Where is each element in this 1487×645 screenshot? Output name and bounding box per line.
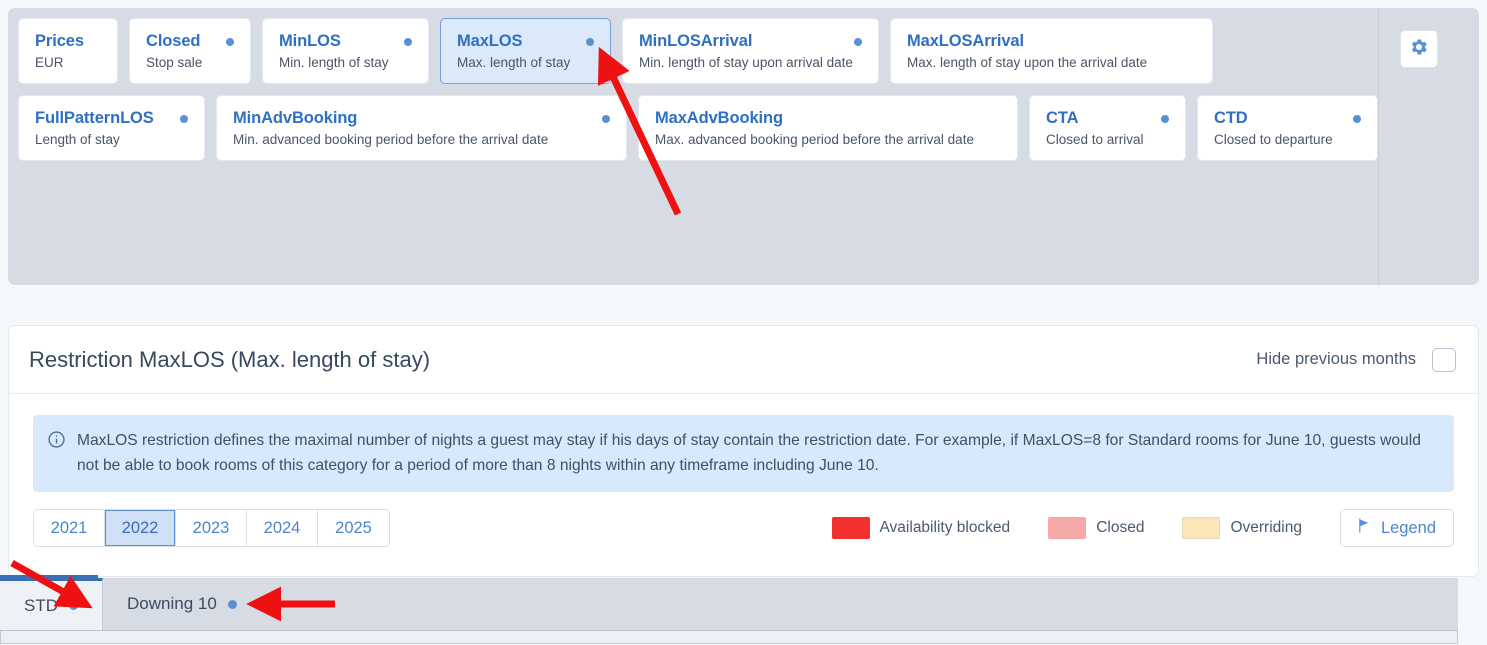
card-subtitle: Closed to arrival: [1046, 132, 1144, 147]
room-tab-std[interactable]: STD: [0, 578, 103, 630]
settings-button[interactable]: [1400, 30, 1438, 68]
card-header: Closed: [146, 32, 234, 51]
status-dot: [180, 114, 188, 123]
legend-label: Closed: [1096, 519, 1145, 536]
restriction-type-card-minlosarrival[interactable]: MinLOSArrival Min. length of stay upon ar…: [622, 18, 879, 84]
room-tab-downing-10[interactable]: Downing 10: [103, 578, 261, 630]
legend-swatch: [1182, 517, 1221, 539]
card-header: MaxLOSArrival: [907, 32, 1196, 51]
year-tab-2023[interactable]: 2023: [176, 510, 247, 546]
card-subtitle: Stop sale: [146, 55, 203, 70]
card-subtitle: Length of stay: [35, 132, 120, 147]
card-title: Closed: [146, 32, 201, 50]
legend-button-label: Legend: [1380, 518, 1436, 537]
legend-item-overriding: Overriding: [1182, 517, 1302, 539]
hide-previous-months-label: Hide previous months: [1256, 350, 1416, 368]
card-title: MaxLOS: [457, 32, 523, 50]
legend-item-closed: Closed: [1048, 517, 1144, 539]
card-title: MinAdvBooking: [233, 109, 358, 127]
status-dot: [586, 37, 594, 46]
restriction-type-card-maxadvbooking[interactable]: MaxAdvBooking Max. advanced booking perio…: [638, 95, 1018, 161]
status-dot: [1161, 114, 1169, 123]
legend-items: Availability blocked Closed Overriding: [831, 517, 1340, 539]
restriction-type-card-ctd[interactable]: CTD Closed to departure: [1197, 95, 1378, 161]
panel-divider: [1378, 8, 1379, 285]
legend-label: Availability blocked: [879, 519, 1011, 536]
hide-previous-months-control[interactable]: Hide previous months: [1256, 347, 1456, 372]
restriction-type-card-minlos[interactable]: MinLOS Min. length of stay: [262, 18, 429, 84]
year-tab-2025[interactable]: 2025: [318, 510, 389, 546]
legend-item-availability-blocked: Availability blocked: [831, 517, 1011, 539]
card-title: MinLOS: [279, 32, 341, 50]
page-title: Restriction MaxLOS (Max. length of stay): [29, 346, 431, 372]
card-title: MinLOSArrival: [639, 32, 753, 50]
card-header: MinLOSArrival: [639, 32, 862, 51]
restriction-detail-panel: Restriction MaxLOS (Max. length of stay)…: [8, 325, 1479, 577]
panel-header: Restriction MaxLOS (Max. length of stay)…: [9, 326, 1478, 394]
restriction-type-card-maxlosarrival[interactable]: MaxLOSArrival Max. length of stay upon th…: [890, 18, 1213, 84]
restriction-type-card-prices[interactable]: Prices EUR: [18, 18, 118, 84]
card-subtitle: Min. length of stay: [279, 55, 389, 70]
restriction-type-card-fullpatternlos[interactable]: FullPatternLOS Length of stay: [18, 95, 205, 161]
info-banner-text: MaxLOS restriction defines the maximal n…: [77, 432, 1421, 474]
legend-swatch: [1048, 517, 1087, 539]
card-title: FullPatternLOS: [35, 109, 154, 127]
room-tab-label: STD: [24, 595, 58, 615]
status-dot: [227, 599, 237, 609]
status-dot: [404, 37, 412, 46]
restriction-type-card-minadvbooking[interactable]: MinAdvBooking Min. advanced booking perio…: [216, 95, 627, 161]
card-subtitle: EUR: [35, 55, 64, 70]
restriction-type-card-list: Prices EUR Closed Stop sale MinLOS Min. lengt…: [18, 18, 1378, 161]
status-dot: [1353, 114, 1361, 123]
legend-button[interactable]: Legend: [1339, 509, 1454, 547]
card-header: CTA: [1046, 109, 1169, 128]
card-header: MaxAdvBooking: [655, 109, 1001, 128]
status-dot: [602, 114, 610, 123]
year-tab-2022[interactable]: 2022: [105, 510, 176, 546]
gear-icon: [1409, 37, 1429, 62]
restriction-types-panel: Prices EUR Closed Stop sale MinLOS Min. lengt…: [8, 8, 1479, 285]
restriction-type-card-maxlos[interactable]: MaxLOS Max. length of stay: [440, 18, 611, 84]
controls-row: 2021 2022 2023 2024 2025 Availability blocke…: [33, 509, 1454, 547]
info-banner: MaxLOS restriction defines the maximal n…: [33, 415, 1454, 492]
year-tab-2024[interactable]: 2024: [247, 510, 318, 546]
card-subtitle: Closed to departure: [1214, 132, 1333, 147]
legend-label: Overriding: [1230, 519, 1302, 536]
flag-icon: [1355, 517, 1372, 539]
status-dot: [69, 601, 78, 610]
card-header: Prices: [35, 32, 101, 51]
card-subtitle: Max. length of stay: [457, 55, 571, 70]
card-subtitle: Min. advanced booking period before the …: [233, 132, 549, 147]
restriction-type-card-cta[interactable]: CTA Closed to arrival: [1029, 95, 1186, 161]
status-dot: [854, 37, 862, 46]
room-tab-strip: STD Downing 10: [0, 578, 1458, 631]
card-header: MinLOS: [279, 32, 412, 51]
legend-row: Availability blocked Closed Overriding Leg…: [831, 509, 1454, 547]
card-title: Prices: [35, 32, 84, 50]
hide-previous-months-checkbox[interactable]: [1432, 347, 1456, 372]
card-title: CTD: [1214, 109, 1248, 127]
card-title: MaxAdvBooking: [655, 109, 783, 127]
year-selector[interactable]: 2021 2022 2023 2024 2025: [33, 509, 390, 547]
card-subtitle: Min. length of stay upon arrival date: [639, 55, 853, 70]
card-title: MaxLOSArrival: [907, 32, 1024, 50]
restriction-type-card-closed[interactable]: Closed Stop sale: [129, 18, 251, 84]
card-header: CTD: [1214, 109, 1361, 128]
horizontal-scrollbar[interactable]: [0, 631, 1458, 644]
card-header: MaxLOS: [457, 32, 594, 51]
card-subtitle: Max. advanced booking period before the …: [655, 132, 974, 147]
card-header: MinAdvBooking: [233, 109, 610, 128]
room-tab-label: Downing 10: [127, 594, 217, 613]
status-dot: [226, 37, 234, 46]
card-header: FullPatternLOS: [35, 109, 188, 128]
card-title: CTA: [1046, 109, 1079, 127]
card-subtitle: Max. length of stay upon the arrival dat…: [907, 55, 1148, 70]
info-circle-icon: [47, 430, 66, 454]
year-tab-2021[interactable]: 2021: [34, 510, 105, 546]
legend-swatch: [831, 517, 870, 539]
